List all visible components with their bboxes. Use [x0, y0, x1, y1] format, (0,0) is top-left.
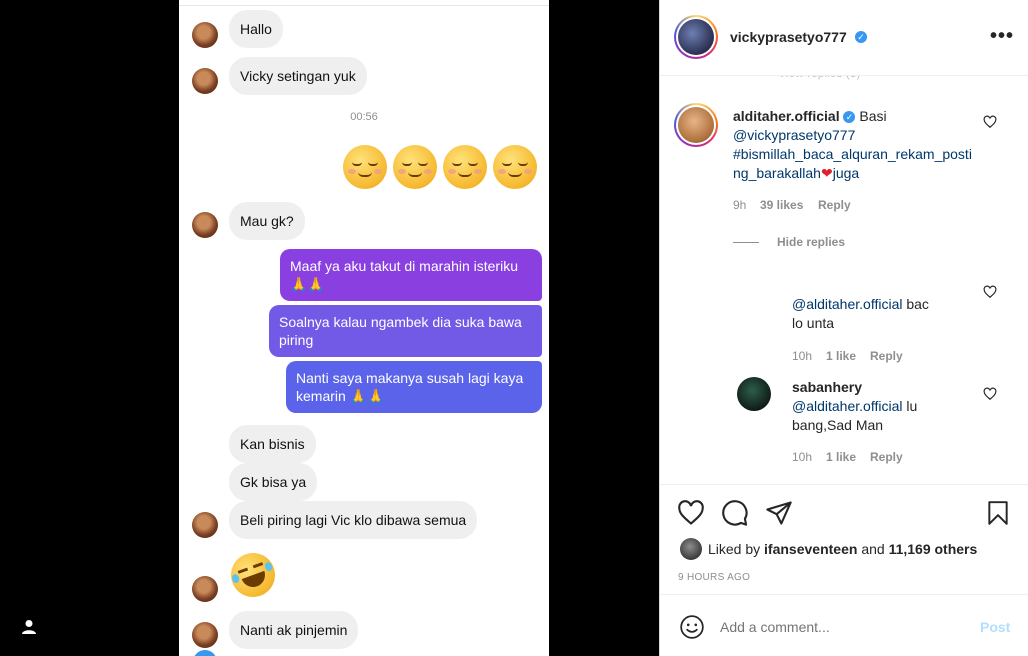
reply-text: bac [906, 296, 929, 312]
like-reply-heart-icon[interactable] [983, 285, 997, 299]
sender-avatar [192, 212, 218, 238]
post-actions-bar: Liked by ifanseventeen and 11,169 others… [660, 484, 1028, 594]
viewer-stage: Hallo Vicky setingan yuk 00:56 Mau gk? M… [0, 0, 1028, 656]
sent-message-bubble: Nanti saya makanya susah lagi kaya kemar… [286, 361, 542, 413]
reply-body: @alditaher.official bac lo unta [792, 295, 972, 333]
replies-divider [733, 242, 759, 243]
liker-avatar[interactable] [680, 538, 702, 560]
sender-avatar [192, 22, 218, 48]
reply-button[interactable]: Reply [818, 198, 851, 212]
add-comment-bar: Post [660, 594, 1028, 656]
sender-avatar [192, 512, 218, 538]
liked-by-text: Liked by ifanseventeen and 11,169 others [708, 540, 977, 559]
sender-avatar [192, 622, 218, 648]
mention-link[interactable]: @alditaher.official [792, 296, 902, 312]
message-bubble: Hallo [229, 10, 283, 48]
reply-time: 10h [792, 349, 813, 363]
instagram-post-panel: View replies (3) vickyprasetyo777 ✓ ••• … [659, 0, 1028, 656]
liked-by-and: and [861, 541, 885, 557]
liker-username[interactable]: ifanseventeen [764, 541, 857, 557]
post-header: vickyprasetyo777 ✓ ••• [660, 0, 1028, 76]
smiling-emoji-icon [393, 145, 437, 189]
red-heart-icon: ❤ [820, 165, 833, 181]
reply-likes[interactable]: 1 like [826, 349, 856, 363]
smiling-emoji-icon [343, 145, 387, 189]
commenter-avatar[interactable] [674, 103, 718, 147]
reply-text-line2: bang,Sad Man [792, 417, 884, 433]
author-avatar[interactable] [674, 15, 718, 59]
hide-replies-button[interactable]: Hide replies [777, 235, 845, 249]
comment-username[interactable]: alditaher.official [733, 108, 840, 124]
comment-text: Basi [859, 108, 887, 124]
message-bubble: Mau gk? [229, 202, 305, 240]
reply-text-line2: lo unta [792, 315, 835, 331]
smiling-emoji-icon [493, 145, 537, 189]
comment-body: alditaher.official ✓ Basi @vickyprasetyo… [733, 107, 973, 183]
reply-time: 10h [792, 450, 813, 464]
comment-likes[interactable]: 39 likes [760, 198, 803, 212]
liked-by-prefix: Liked by [708, 541, 761, 557]
reply-likes[interactable]: 1 like [826, 450, 856, 464]
chat-timestamp: 00:56 [350, 111, 378, 123]
chat-screenshot: Hallo Vicky setingan yuk 00:56 Mau gk? M… [179, 0, 549, 656]
author-username[interactable]: vickyprasetyo777 [730, 29, 847, 45]
sent-message-bubble: Soalnya kalau ngambek dia suka bawa piri… [269, 305, 542, 357]
likes-count[interactable]: 11,169 others [889, 541, 978, 557]
smiling-emoji-icon [443, 145, 487, 189]
mention-link[interactable]: @vickyprasetyo777 [733, 127, 855, 143]
sender-avatar [192, 576, 218, 602]
comment-bubble-icon[interactable] [721, 499, 749, 527]
reply-text: lu [906, 398, 918, 414]
like-reply-heart-icon[interactable] [983, 387, 997, 401]
message-bubble: Nanti ak pinjemin [229, 611, 359, 649]
like-heart-icon[interactable] [677, 499, 705, 527]
sender-avatar [192, 68, 218, 94]
reply-username[interactable]: sabanhery [792, 379, 862, 395]
sent-message-bubble: Maaf ya aku takut di marahin isteriku 🙏🙏 [280, 249, 542, 301]
reply-button[interactable]: Reply [870, 450, 903, 464]
like-comment-heart-icon[interactable] [983, 115, 997, 129]
save-bookmark-icon[interactable] [985, 499, 1011, 527]
comment-time: 9h [733, 198, 747, 212]
message-bubble: Kan bisnis [229, 425, 316, 463]
add-comment-input[interactable] [720, 615, 960, 639]
message-bubble: Vicky setingan yuk [229, 57, 367, 95]
reply-button[interactable]: Reply [870, 349, 903, 363]
verified-badge-icon: ✓ [855, 31, 867, 43]
message-bubble: Beli piring lagi Vic klo dibawa semua [229, 501, 478, 539]
laughing-emoji-icon [224, 546, 282, 604]
share-send-icon[interactable] [765, 499, 793, 527]
reply-body: sabanhery @alditaher.official lu bang,Sa… [792, 378, 977, 435]
replier-avatar[interactable] [737, 377, 771, 411]
chat-top-edge [179, 0, 549, 6]
camera-button [193, 650, 217, 656]
post-time-ago[interactable]: 9 HOURS AGO [678, 572, 750, 583]
more-options-icon[interactable]: ••• [990, 26, 1014, 46]
emoji-smiley-icon[interactable] [679, 614, 705, 640]
comment-suffix[interactable]: juga [833, 165, 859, 181]
mention-link[interactable]: @alditaher.official [792, 398, 902, 414]
message-bubble: Gk bisa ya [229, 463, 318, 501]
verified-badge-icon: ✓ [843, 111, 856, 123]
user-icon[interactable] [20, 618, 38, 636]
post-comment-button[interactable]: Post [980, 619, 1010, 635]
